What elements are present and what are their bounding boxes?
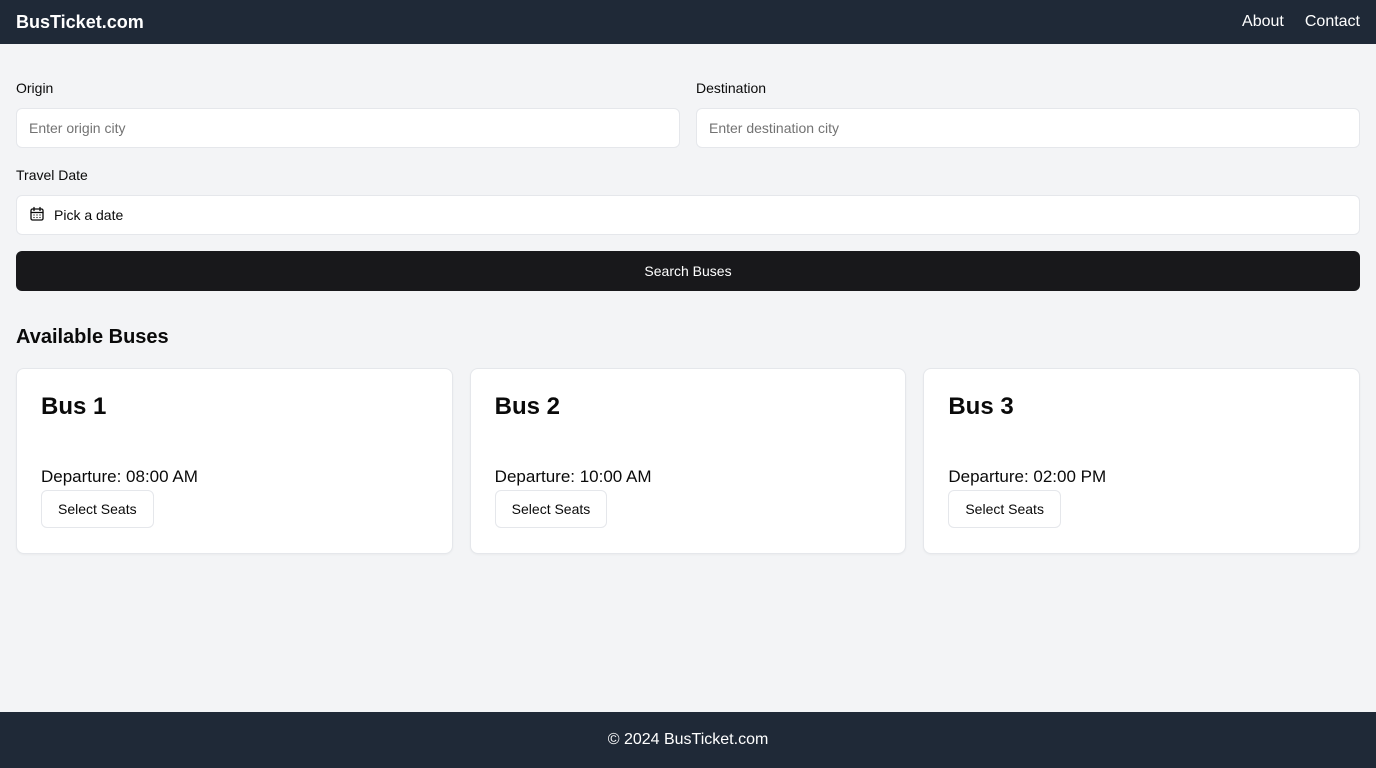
bus-card: Bus 3 Departure: 02:00 PM Select Seats xyxy=(923,368,1361,554)
origin-input[interactable] xyxy=(16,108,680,148)
search-buses-button[interactable]: Search Buses xyxy=(16,251,1360,291)
date-field-group: Travel Date Pick a date xyxy=(16,167,1360,235)
page: BusTicket.com About Contact Origin Desti… xyxy=(0,0,1376,768)
select-seats-button[interactable]: Select Seats xyxy=(494,490,608,528)
brand-logo[interactable]: BusTicket.com xyxy=(16,12,144,33)
origin-field-group: Origin xyxy=(16,80,680,148)
departure-time: Departure: 02:00 PM xyxy=(948,467,1107,486)
available-buses-heading: Available Buses xyxy=(16,326,169,348)
search-form: Origin Destination Travel Date xyxy=(16,80,1360,291)
nav-link-about[interactable]: About xyxy=(1242,13,1284,31)
select-seats-button[interactable]: Select Seats xyxy=(948,490,1061,528)
date-picker-value: Pick a date xyxy=(54,207,124,223)
route-row: Origin Destination xyxy=(16,80,1360,148)
bus-name: Bus 3 xyxy=(948,393,1014,420)
bus-card: Bus 1 Departure: 08:00 AM Select Seats xyxy=(16,368,453,554)
top-navbar: BusTicket.com About Contact xyxy=(0,0,1376,44)
select-seats-button[interactable]: Select Seats xyxy=(41,490,154,528)
bus-results-list: Bus 1 Departure: 08:00 AM Select Seats B… xyxy=(16,368,1361,554)
destination-label: Destination xyxy=(696,80,767,96)
nav-links: About Contact xyxy=(1242,13,1360,31)
bus-name: Bus 1 xyxy=(41,393,107,420)
travel-date-label: Travel Date xyxy=(16,167,88,183)
bus-card: Bus 2 Departure: 10:00 AM Select Seats xyxy=(469,368,907,554)
nav-link-contact[interactable]: Contact xyxy=(1305,13,1360,31)
departure-time: Departure: 10:00 AM xyxy=(494,467,652,486)
origin-label: Origin xyxy=(16,80,54,96)
destination-field-group: Destination xyxy=(696,80,1360,148)
bus-name: Bus 2 xyxy=(494,393,561,420)
calendar-icon xyxy=(29,206,45,225)
page-footer: © 2024 BusTicket.com xyxy=(0,712,1376,768)
destination-input[interactable] xyxy=(696,108,1360,148)
date-picker-button[interactable]: Pick a date xyxy=(16,195,1360,235)
copyright-text: © 2024 BusTicket.com xyxy=(607,731,769,748)
departure-time: Departure: 08:00 AM xyxy=(41,467,198,486)
